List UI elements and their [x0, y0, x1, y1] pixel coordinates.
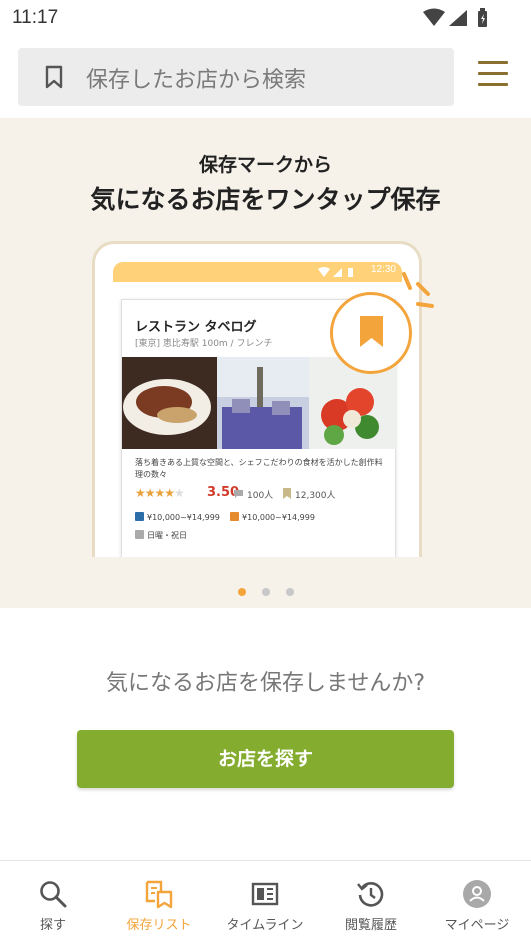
find-restaurants-button[interactable]: お店を探す	[77, 730, 454, 788]
review-count: 100人	[247, 491, 274, 501]
avatar-icon	[463, 880, 491, 908]
save-prompt: 気になるお店を保存しませんか?	[105, 671, 426, 696]
wifi-icon	[423, 8, 445, 26]
status-time: 11:17	[12, 7, 59, 28]
history-icon	[357, 882, 384, 907]
search-icon	[40, 881, 67, 908]
phone-status-time: 12:30	[370, 264, 396, 275]
price-row: ¥10,000~¥14,999 ¥10,000~¥14,999	[135, 512, 315, 522]
sparkle-icon	[402, 272, 434, 308]
save-count-icon	[283, 488, 291, 499]
status-bar: 11:17	[0, 0, 531, 36]
bookmark-icon	[360, 316, 383, 347]
nav-label-saved-list: 保存リスト	[126, 918, 192, 933]
bottom-nav: 探す 保存リスト タイムライン 閲覧履歴 マイページ	[0, 860, 531, 944]
promo-carousel[interactable]: 保存マークから 気になるお店をワンタップ保存 12:30 レストラン タベログ …	[0, 118, 531, 608]
holiday-row: 日曜・祝日	[135, 530, 187, 541]
rating-stars: ★★★★★	[135, 486, 185, 500]
menu-button[interactable]	[478, 61, 510, 91]
promo-subtitle: 保存マークから	[198, 154, 332, 176]
review-icon	[234, 490, 243, 498]
timeline-icon	[251, 882, 279, 906]
lunch-icon	[230, 512, 240, 521]
restaurant-description: 落ち着きある上質な空間と、シェフこだわりの食材を活かした創作料理の数々	[135, 458, 383, 479]
status-icons	[423, 8, 487, 27]
saved-list-icon	[145, 880, 173, 909]
restaurant-meta: [東京] 恵比寿駅 100m / フレンチ	[135, 339, 273, 349]
carousel-dot-3[interactable]	[285, 588, 294, 596]
nav-item-timeline[interactable]: タイムライン	[212, 861, 318, 945]
hamburger-icon	[478, 61, 508, 64]
phone-illustration: 12:30 レストラン タベログ [東京] 恵比寿駅 100m / フレンチ 落…	[92, 241, 422, 557]
nav-item-history[interactable]: 閲覧履歴	[318, 861, 424, 945]
bookmark-icon	[45, 65, 63, 89]
nav-item-mypage[interactable]: マイページ	[424, 861, 530, 945]
header: 保存したお店から検索	[0, 36, 531, 118]
calendar-icon	[135, 530, 144, 539]
carousel-dot-2[interactable]	[261, 588, 270, 596]
nav-label-mypage: マイページ	[444, 918, 510, 933]
dinner-price: ¥10,000~¥14,999	[147, 513, 220, 522]
nav-label-timeline: タイムライン	[226, 918, 304, 933]
restaurant-name: レストラン タベログ	[135, 320, 257, 335]
carousel-dots	[0, 581, 531, 600]
rating-row: ★★★★★ 3.50 100人 12,300人	[135, 485, 395, 502]
carousel-dot-1[interactable]	[237, 588, 246, 596]
save-count: 12,300人	[295, 491, 336, 501]
phone-status-icons	[318, 267, 353, 277]
search-input[interactable]: 保存したお店から検索	[18, 48, 454, 106]
lunch-price: ¥10,000~¥14,999	[242, 513, 315, 522]
dinner-icon	[135, 512, 144, 521]
nav-label-search: 探す	[39, 918, 66, 933]
nav-label-history: 閲覧履歴	[344, 918, 397, 933]
promo-title: 気になるお店をワンタップ保存	[90, 185, 441, 214]
nav-item-saved-list[interactable]: 保存リスト	[106, 861, 212, 945]
nav-item-search[interactable]: 探す	[0, 861, 106, 945]
phone-status-bar: 12:30	[113, 262, 402, 282]
holiday-text: 日曜・祝日	[147, 531, 187, 540]
signal-icon	[449, 10, 467, 26]
search-placeholder: 保存したお店から検索	[86, 68, 307, 93]
